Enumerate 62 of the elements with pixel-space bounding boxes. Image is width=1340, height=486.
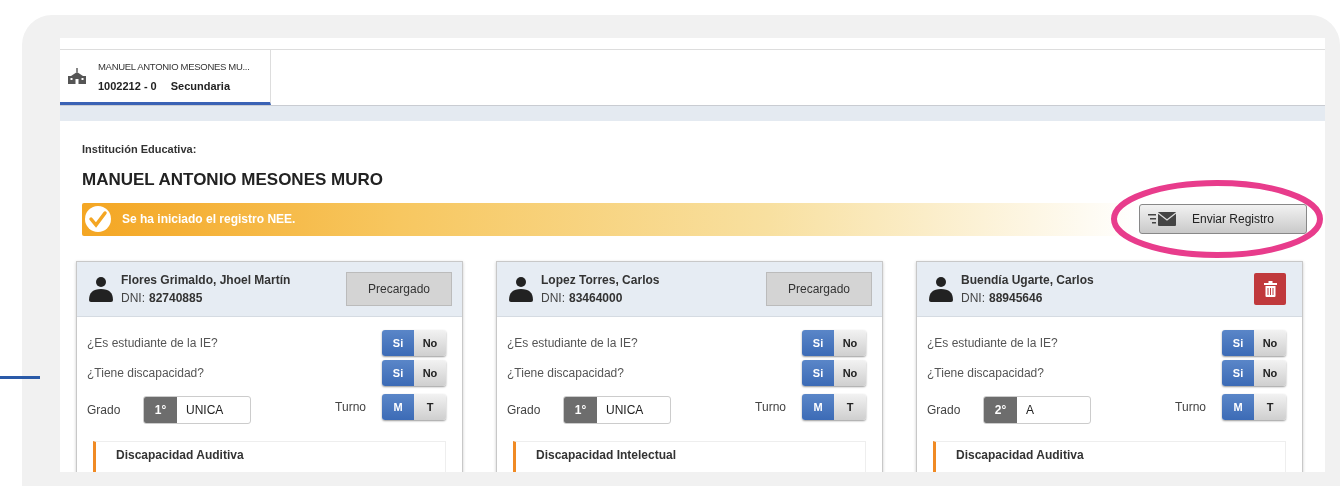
banner-message: Se ha iniciado el registro NEE. (122, 212, 296, 226)
grade-field[interactable]: 1° UNICA (143, 396, 251, 424)
institution-label: Institución Educativa: (82, 143, 198, 155)
toggle-option[interactable]: Si (802, 330, 834, 356)
toggle-option[interactable]: T (1254, 394, 1286, 420)
toggle-option[interactable]: T (414, 394, 446, 420)
question-label: ¿Es estudiante de la IE? (927, 336, 1058, 350)
toggle-option[interactable]: No (834, 360, 866, 386)
student-name: Flores Grimaldo, Jhoel Martín (121, 273, 292, 287)
user-icon (509, 276, 533, 302)
dni-label: DNI: (961, 291, 985, 305)
toggle-option[interactable]: No (1254, 360, 1286, 386)
shift-label: Turno (1175, 400, 1206, 414)
send-button[interactable]: Enviar Registro (1139, 204, 1307, 234)
toggle-option[interactable]: Si (382, 330, 414, 356)
toggle-option[interactable]: M (382, 394, 414, 420)
school-level: Secundaria (170, 79, 231, 92)
dni-value: 88945646 (989, 291, 1043, 305)
grade-field[interactable]: 1° UNICA (563, 396, 671, 424)
school-name: MANUEL ANTONIO MESONES MU... (98, 60, 250, 72)
toggle-option[interactable]: Si (1222, 360, 1254, 386)
toggle-option[interactable]: Si (1222, 330, 1254, 356)
toggle-option[interactable]: No (414, 360, 446, 386)
toggle-option[interactable]: No (1254, 330, 1286, 356)
delete-button[interactable] (1254, 273, 1286, 305)
toggle-option[interactable]: No (834, 330, 866, 356)
grade-label: Grado (507, 403, 542, 417)
grade-label: Grado (927, 403, 962, 417)
dni-value: 82740885 (149, 291, 203, 305)
status-button[interactable]: Precargado (346, 272, 452, 306)
dni-value: 83464000 (569, 291, 623, 305)
status-button[interactable]: Precargado (766, 272, 872, 306)
check-icon (84, 205, 112, 233)
toggle-option[interactable]: M (802, 394, 834, 420)
dni-label: DNI: (541, 291, 565, 305)
question-label: ¿Es estudiante de la IE? (87, 336, 218, 350)
toggle-option[interactable]: M (1222, 394, 1254, 420)
disability-title: Discapacidad Auditiva (116, 448, 244, 462)
question-label: ¿Es estudiante de la IE? (507, 336, 638, 350)
toggle-option[interactable]: T (834, 394, 866, 420)
school-code: 1002212 - 0 (98, 79, 157, 92)
toggle-option[interactable]: Si (382, 360, 414, 386)
question-label: ¿Tiene discapacidad? (507, 366, 624, 380)
trash-icon (1263, 281, 1277, 297)
user-icon (929, 276, 953, 302)
disability-title: Discapacidad Intelectual (536, 448, 677, 462)
student-name: Lopez Torres, Carlos (541, 273, 661, 287)
question-label: ¿Tiene discapacidad? (927, 366, 1044, 380)
question-label: ¿Tiene discapacidad? (87, 366, 204, 380)
shift-label: Turno (755, 400, 786, 414)
grade-label: Grado (87, 403, 122, 417)
toggle-option[interactable]: No (414, 330, 446, 356)
dni-label: DNI: (121, 291, 145, 305)
student-name: Buendía Ugarte, Carlos (961, 273, 1095, 287)
mail-icon (1148, 212, 1176, 226)
disability-title: Discapacidad Auditiva (956, 448, 1084, 462)
toggle-option[interactable]: Si (802, 360, 834, 386)
shift-label: Turno (335, 400, 366, 414)
school-icon (68, 68, 86, 84)
institution-name: MANUEL ANTONIO MESONES MURO (82, 170, 384, 190)
user-icon (89, 276, 113, 302)
grade-field[interactable]: 2° A (983, 396, 1091, 424)
